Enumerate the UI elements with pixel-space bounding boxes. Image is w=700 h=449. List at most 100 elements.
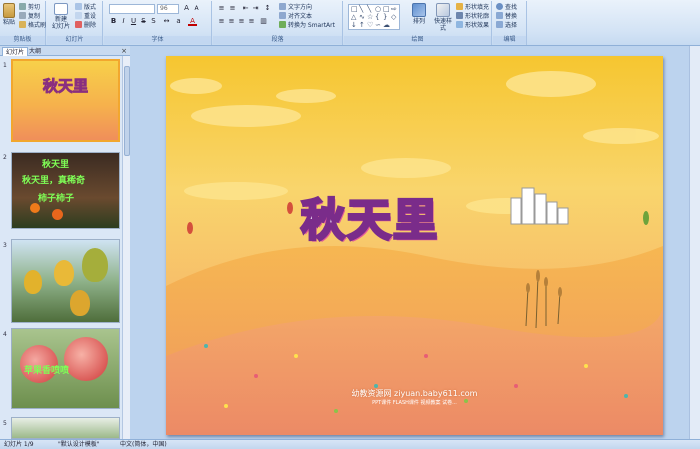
pane-tabs: 幻灯片 大纲 × <box>0 46 130 56</box>
align-text-button[interactable]: 对齐文本 <box>279 12 312 21</box>
text-direction-button[interactable]: 文字方向 <box>279 3 312 12</box>
font-size-box[interactable]: 96 <box>157 4 179 14</box>
shape-effects-button[interactable]: 形状效果 <box>456 21 489 30</box>
editing-group-label: 编辑 <box>493 36 526 44</box>
triangle-shape-icon: △ <box>351 13 357 21</box>
slide-thumbnail-3[interactable] <box>11 239 120 323</box>
watermark-subtext: PPT课件 FLASH课件 视频教案 试卷... <box>372 400 457 406</box>
brace-shape-icon: { <box>375 13 380 21</box>
decrease-indent-button[interactable]: ⇤ <box>241 4 250 13</box>
format-painter-button[interactable]: 格式刷 <box>19 21 46 30</box>
copy-icon <box>19 12 26 19</box>
text-direction-icon <box>279 3 286 10</box>
paste-icon <box>3 3 15 18</box>
main-scrollbar[interactable] <box>689 46 700 439</box>
star-shape-icon: ☆ <box>367 13 374 21</box>
slide-counter: 幻灯片 1/9 <box>4 441 34 448</box>
tab-slides[interactable]: 幻灯片 <box>2 47 29 56</box>
slide-title[interactable]: 秋天里 <box>300 184 439 248</box>
thumb-title: 秋天里 <box>42 77 88 96</box>
new-slide-button[interactable]: 新建 幻灯片 <box>50 3 72 30</box>
clipboard-group-label: 剪贴板 <box>0 36 45 44</box>
shape-fill-button[interactable]: 形状填充 <box>456 3 489 12</box>
char-spacing-button[interactable]: ↔ <box>162 17 171 26</box>
slides-pane: 幻灯片 大纲 × 1 秋天里 2 秋天里 秋天里，真稀奇 柿子柿子 3 4 苹果… <box>0 46 130 439</box>
slides-group-label: 幻灯片 <box>47 36 102 44</box>
scrollbar-thumb[interactable] <box>124 66 130 156</box>
font-group: 96 A A B I U S S ↔ a A 字体 <box>104 1 212 45</box>
slide-number: 5 <box>3 420 7 427</box>
shadow-button[interactable]: S <box>149 17 158 26</box>
columns-button[interactable]: ▥ <box>259 17 268 26</box>
current-slide[interactable]: 秋天里 幼教资源网 ziyuan.baby611.com PPT课件 FLASH… <box>166 56 663 435</box>
close-icon[interactable]: × <box>121 46 127 56</box>
slide-number: 1 <box>3 62 7 69</box>
layout-button[interactable]: 版式 <box>75 3 96 12</box>
justify-button[interactable]: ≡ <box>247 17 256 26</box>
shape-outline-button[interactable]: 形状轮廓 <box>456 12 489 21</box>
persimmon-shape <box>30 203 40 213</box>
slide-thumbnail-1[interactable]: 秋天里 <box>11 59 120 142</box>
arrange-button[interactable]: 排列 <box>410 3 428 25</box>
apple-shape <box>64 337 108 381</box>
quick-styles-button[interactable]: 快速样式 <box>432 3 454 32</box>
paragraph-group: ≡ ≡ ⇤ ⇥ ↕ ≡ ≡ ≡ ≡ ▥ 文字方向 对齐文本 转换为 SmartA… <box>213 1 343 45</box>
arrow-shape-icon: ↑ <box>359 21 365 29</box>
curve-shape-icon: ∿ <box>359 13 365 21</box>
cursor-icon <box>496 21 503 28</box>
rectangle-shape-icon: □ <box>351 5 358 13</box>
align-left-button[interactable]: ≡ <box>217 17 226 26</box>
align-right-button[interactable]: ≡ <box>237 17 246 26</box>
paste-button[interactable]: 粘贴 <box>2 3 16 26</box>
slide-number: 3 <box>3 242 7 249</box>
delete-slide-button[interactable]: 删除 <box>75 21 96 30</box>
pear-shape <box>24 270 42 294</box>
paint-bucket-icon <box>456 3 463 10</box>
arrow-shape-icon: ⇨ <box>391 5 397 13</box>
scissors-icon <box>19 3 26 10</box>
line-shape-icon: ╲ <box>359 5 364 13</box>
font-color-button[interactable]: A <box>188 17 197 26</box>
align-center-button[interactable]: ≡ <box>227 17 236 26</box>
shapes-gallery[interactable]: □ ╲ ╲ ○ □ ⇨ △ ∿ ☆ { } ◇ ↓ ↑ ♡ ∽ ☁ <box>348 4 400 30</box>
find-button[interactable]: 查找 <box>496 3 517 12</box>
font-group-label: 字体 <box>104 36 211 44</box>
theme-name: "默认设计模板" <box>58 441 100 448</box>
slide-thumbnail-4[interactable]: 苹果香喷喷 <box>11 328 120 409</box>
strikethrough-button[interactable]: S <box>139 17 148 26</box>
pen-icon <box>456 12 463 19</box>
reset-button[interactable]: 重设 <box>75 12 96 21</box>
bullets-button[interactable]: ≡ <box>217 4 226 13</box>
brace-shape-icon: } <box>383 13 388 21</box>
slide-thumbnail-2[interactable]: 秋天里 秋天里，真稀奇 柿子柿子 <box>11 152 120 229</box>
copy-button[interactable]: 复制 <box>19 12 40 21</box>
cut-button[interactable]: 剪切 <box>19 3 40 12</box>
convert-smartart-button[interactable]: 转换为 SmartArt <box>279 21 335 30</box>
line-spacing-button[interactable]: ↕ <box>263 4 272 13</box>
underline-button[interactable]: U <box>129 17 138 26</box>
select-button[interactable]: 选择 <box>496 21 517 30</box>
align-text-icon <box>279 12 286 19</box>
increase-indent-button[interactable]: ⇥ <box>251 4 260 13</box>
arrow-shape-icon: ↓ <box>351 21 357 29</box>
reset-icon <box>75 12 82 19</box>
tab-outline[interactable]: 大纲 <box>26 47 44 56</box>
delete-icon <box>75 21 82 28</box>
slide-thumbnail-5[interactable] <box>11 417 120 439</box>
paragraph-group-label: 段落 <box>213 36 342 44</box>
slides-group: 新建 幻灯片 版式 重设 删除 幻灯片 <box>47 1 103 45</box>
font-name-box[interactable] <box>109 4 155 14</box>
change-case-button[interactable]: a <box>174 17 183 26</box>
pear-shape <box>82 248 108 282</box>
shrink-font-button[interactable]: A <box>192 4 201 13</box>
slide-number: 4 <box>3 331 7 338</box>
language-indicator[interactable]: 中文(简体，中国) <box>120 441 167 449</box>
slides-pane-scrollbar[interactable] <box>122 56 130 439</box>
replace-button[interactable]: 替换 <box>496 12 517 21</box>
slide-number: 2 <box>3 154 7 161</box>
numbering-button[interactable]: ≡ <box>228 4 237 13</box>
grow-font-button[interactable]: A <box>182 4 191 13</box>
cloud-shape-icon: ☁ <box>383 21 390 29</box>
bold-button[interactable]: B <box>109 17 118 26</box>
italic-button[interactable]: I <box>119 17 128 26</box>
